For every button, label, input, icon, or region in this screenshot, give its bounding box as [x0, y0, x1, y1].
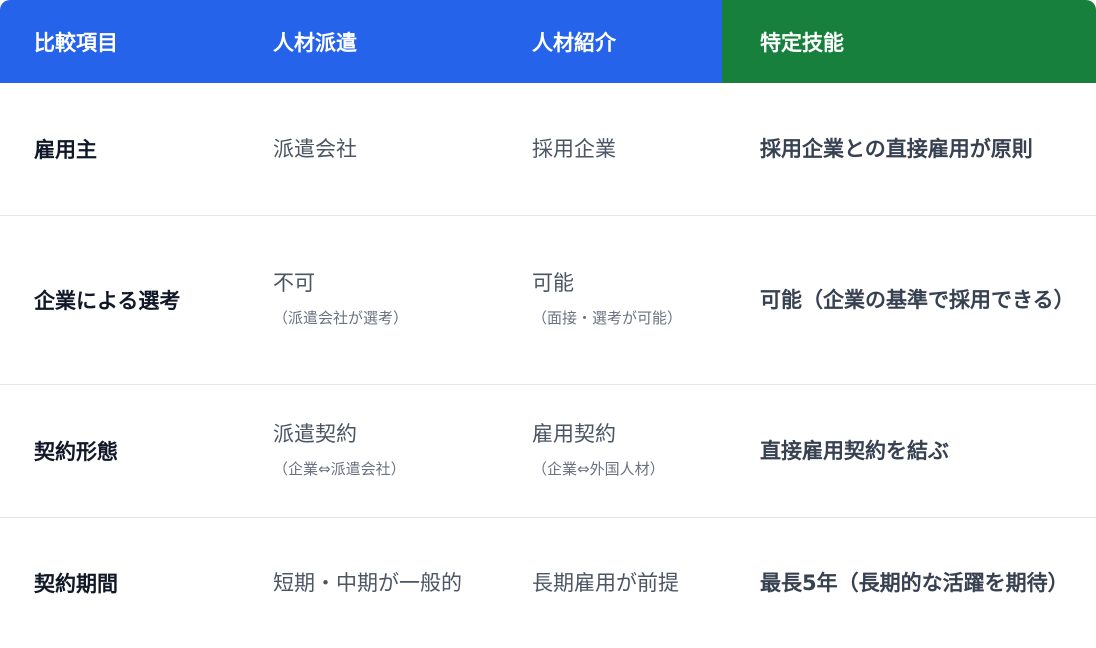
row-item-cell: 企業による選考: [0, 216, 239, 384]
dispatch-cell: 派遣契約 （企業⇔派遣会社）: [239, 385, 497, 517]
specified-skill-cell: 採用企業との直接雇用が原則: [722, 83, 1096, 215]
specified-skill-cell: 直接雇用契約を結ぶ: [722, 385, 1096, 517]
table-header: 比較項目 人材派遣 人材紹介 特定技能: [0, 0, 1096, 83]
placement-main-text: 可能: [532, 271, 574, 295]
placement-cell: 長期雇用が前提: [497, 518, 722, 648]
row-item-label: 雇用主: [34, 138, 97, 162]
dispatch-main-text: 短期・中期が一般的: [273, 571, 462, 595]
placement-cell: 可能 （面接・選考が可能）: [497, 216, 722, 384]
header-dispatch: 人材派遣: [239, 0, 497, 83]
header-item: 比較項目: [0, 0, 239, 83]
dispatch-cell: 短期・中期が一般的: [239, 518, 497, 648]
row-item-cell: 契約期間: [0, 518, 239, 648]
row-item-cell: 雇用主: [0, 83, 239, 215]
dispatch-main-text: 派遣契約: [273, 422, 357, 446]
specified-skill-text: 可能（企業の基準で採用できる）: [760, 288, 1075, 312]
placement-main-text: 雇用契約: [532, 422, 616, 446]
dispatch-main-text: 派遣会社: [273, 137, 357, 161]
table-row: 契約期間 短期・中期が一般的 長期雇用が前提 最長5年（長期的な活躍を期待）: [0, 518, 1096, 648]
table-row: 企業による選考 不可 （派遣会社が選考） 可能 （面接・選考が可能） 可能（企業…: [0, 216, 1096, 385]
placement-sub-text: （面接・選考が可能）: [532, 309, 683, 327]
dispatch-cell: 派遣会社: [239, 83, 497, 215]
header-specified-skill: 特定技能: [722, 0, 1096, 83]
placement-main-text: 採用企業: [532, 137, 616, 161]
dispatch-sub-text: （派遣会社が選考）: [273, 309, 409, 327]
row-item-label: 企業による選考: [34, 289, 181, 313]
table-row: 契約形態 派遣契約 （企業⇔派遣会社） 雇用契約 （企業⇔外国人材） 直接雇用契…: [0, 385, 1096, 518]
row-item-cell: 契約形態: [0, 385, 239, 517]
table-row: 雇用主 派遣会社 採用企業 採用企業との直接雇用が原則: [0, 83, 1096, 216]
comparison-table: 比較項目 人材派遣 人材紹介 特定技能 雇用主 派遣会社 採用企業 採用企業との…: [0, 0, 1096, 648]
placement-cell: 採用企業: [497, 83, 722, 215]
specified-skill-text: 最長5年（長期的な活躍を期待）: [760, 571, 1069, 595]
placement-cell: 雇用契約 （企業⇔外国人材）: [497, 385, 722, 517]
header-placement: 人材紹介: [497, 0, 722, 83]
placement-sub-text: （企業⇔外国人材）: [532, 460, 665, 478]
specified-skill-cell: 最長5年（長期的な活躍を期待）: [722, 518, 1096, 648]
placement-main-text: 長期雇用が前提: [532, 571, 679, 595]
specified-skill-text: 採用企業との直接雇用が原則: [760, 137, 1033, 161]
specified-skill-text: 直接雇用契約を結ぶ: [760, 439, 949, 463]
row-item-label: 契約期間: [34, 572, 118, 596]
row-item-label: 契約形態: [34, 440, 118, 464]
dispatch-main-text: 不可: [273, 271, 315, 295]
dispatch-cell: 不可 （派遣会社が選考）: [239, 216, 497, 384]
dispatch-sub-text: （企業⇔派遣会社）: [273, 460, 406, 478]
specified-skill-cell: 可能（企業の基準で採用できる）: [722, 216, 1096, 384]
